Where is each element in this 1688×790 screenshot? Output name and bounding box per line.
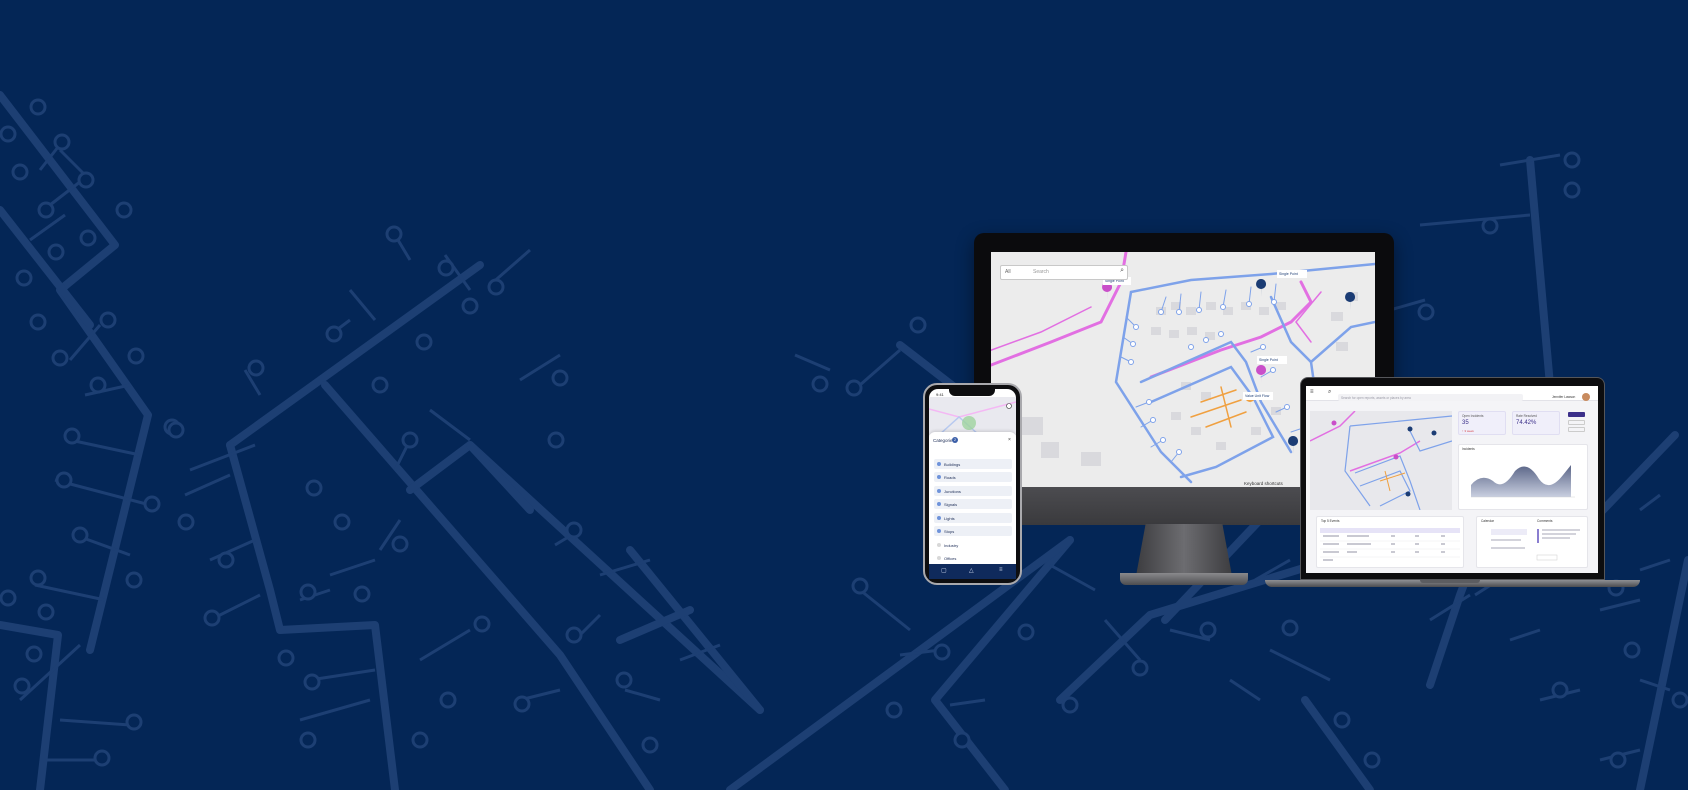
category-item[interactable]: Offices — [934, 553, 1012, 563]
laptop-search-input[interactable]: Search for open reports, assets or place… — [1338, 394, 1523, 401]
table-rows — [1320, 535, 1460, 561]
category-dot-icon — [937, 556, 941, 560]
menu-icon[interactable]: ≡ — [1310, 389, 1314, 395]
category-dot-icon — [937, 489, 941, 493]
avatar[interactable] — [1582, 393, 1590, 401]
action-button[interactable] — [1568, 412, 1585, 417]
search-icon[interactable]: ⌕ — [1120, 267, 1124, 275]
category-item[interactable]: Roads — [934, 472, 1012, 482]
secondary-button[interactable] — [1568, 427, 1585, 432]
category-dot-icon — [937, 529, 941, 533]
category-dot-icon — [937, 462, 941, 466]
incidents-area-chart — [1471, 465, 1575, 498]
keyboard-shortcuts-link[interactable]: Keyboard shortcuts — [1244, 481, 1283, 486]
category-item[interactable]: Signals — [934, 499, 1012, 509]
rate-resolved-card[interactable]: Rate Resolved 74.42% — [1512, 411, 1560, 435]
secondary-button[interactable] — [1568, 420, 1585, 425]
category-item[interactable]: Stops — [934, 526, 1012, 536]
categories-count-badge: 2 — [952, 437, 958, 443]
monitor-base — [1120, 573, 1248, 585]
open-incidents-card[interactable]: Open Incidents 35 ↑ 3 week — [1458, 411, 1506, 435]
map-label: Single Point — [1279, 272, 1298, 276]
category-item[interactable]: Buildings — [934, 459, 1012, 469]
top-events-table: Top 5 Events — [1316, 516, 1464, 568]
category-dot-icon — [937, 516, 941, 520]
phone-map[interactable] — [928, 397, 1017, 436]
search-icon[interactable]: ⌕ — [1328, 389, 1331, 396]
category-dot-icon — [937, 475, 941, 479]
incidents-chart: Incidents — [1458, 444, 1588, 510]
category-item[interactable]: Junctions — [934, 486, 1012, 496]
alert-nav-icon[interactable]: △ — [969, 567, 974, 574]
category-item[interactable]: Industry — [934, 540, 1012, 550]
map-nav-icon[interactable]: ▢ — [941, 567, 947, 574]
category-dot-icon — [937, 543, 941, 547]
category-dot-icon — [937, 502, 941, 506]
close-icon[interactable]: × — [1008, 437, 1011, 443]
category-item[interactable]: Lights — [934, 513, 1012, 523]
monitor-stand — [1136, 524, 1232, 576]
laptop-hinge — [1420, 580, 1480, 583]
phone-notch — [949, 389, 995, 396]
map-label: Single Point — [1259, 358, 1278, 362]
map-search-bar[interactable]: All Search ⌕ — [1000, 265, 1128, 280]
phone-bottom-nav: ▢ △ ≡ — [929, 564, 1016, 579]
status-time: 9:41 — [936, 392, 944, 397]
search-filter-select[interactable]: All — [1005, 269, 1011, 275]
list-nav-icon[interactable]: ≡ — [999, 567, 1003, 573]
laptop-map[interactable] — [1310, 411, 1452, 510]
user-name[interactable]: Jennifer Lawson — [1552, 395, 1575, 399]
map-label: Value Unit Flow — [1245, 394, 1270, 398]
calendar-comments-panel: Calendar Comments — [1476, 516, 1588, 568]
search-input[interactable]: Search — [1033, 269, 1049, 275]
